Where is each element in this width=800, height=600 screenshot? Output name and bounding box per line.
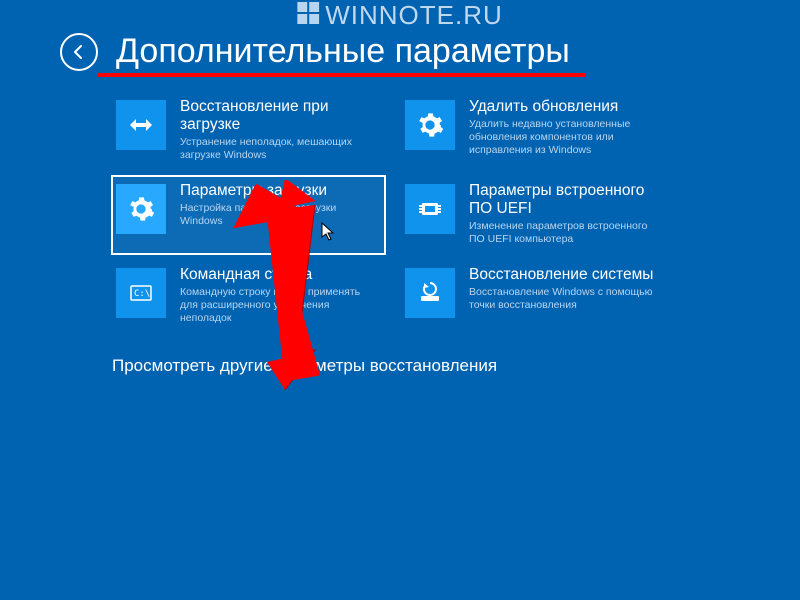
tile-title: Восстановление системы bbox=[469, 266, 664, 284]
tile-startup-repair[interactable]: Восстановление при загрузке Устранение н… bbox=[112, 92, 385, 170]
tile-title: Параметры загрузки bbox=[180, 182, 375, 200]
chip-icon bbox=[405, 184, 455, 234]
tile-desc: Изменение параметров встроенного ПО UEFI… bbox=[469, 220, 664, 246]
tile-title: Параметры встроенного ПО UEFI bbox=[469, 182, 670, 218]
tile-uefi-settings[interactable]: Параметры встроенного ПО UEFI Изменение … bbox=[401, 176, 674, 254]
see-more-recovery-options[interactable]: Просмотреть другие параметры восстановле… bbox=[112, 356, 497, 376]
windows-logo-icon bbox=[297, 0, 319, 31]
tile-desc: Настройка параметров загрузки Windows bbox=[180, 202, 375, 228]
back-button[interactable] bbox=[60, 33, 98, 71]
restore-icon bbox=[405, 268, 455, 318]
startup-repair-icon bbox=[116, 100, 166, 150]
tile-title: Удалить обновления bbox=[469, 98, 664, 116]
tile-uninstall-updates[interactable]: Удалить обновления Удалить недавно устан… bbox=[401, 92, 674, 170]
tile-command-prompt[interactable]: C:\ Командная строка Командную строку мо… bbox=[112, 260, 385, 338]
terminal-icon: C:\ bbox=[116, 268, 166, 318]
tile-desc: Восстановление Windows с помощью точки в… bbox=[469, 286, 664, 312]
watermark-text: WINNOTE.RU bbox=[325, 0, 503, 31]
arrow-left-icon bbox=[70, 43, 88, 61]
tile-title: Командная строка bbox=[180, 266, 375, 284]
watermark: WINNOTE.RU bbox=[297, 0, 503, 31]
tile-desc: Удалить недавно установленные обновления… bbox=[469, 118, 664, 157]
tile-desc: Командную строку можно применять для рас… bbox=[180, 286, 375, 325]
page-title: Дополнительные параметры bbox=[116, 32, 570, 71]
gear-icon bbox=[116, 184, 166, 234]
tile-startup-settings[interactable]: Параметры загрузки Настройка параметров … bbox=[112, 176, 385, 254]
tile-desc: Устранение неполадок, мешающих загрузке … bbox=[180, 136, 375, 162]
svg-text:C:\: C:\ bbox=[134, 289, 150, 299]
tile-title: Восстановление при загрузке bbox=[180, 98, 381, 134]
annotation-underline bbox=[98, 73, 586, 77]
gear-icon bbox=[405, 100, 455, 150]
tile-system-restore[interactable]: Восстановление системы Восстановление Wi… bbox=[401, 260, 674, 338]
